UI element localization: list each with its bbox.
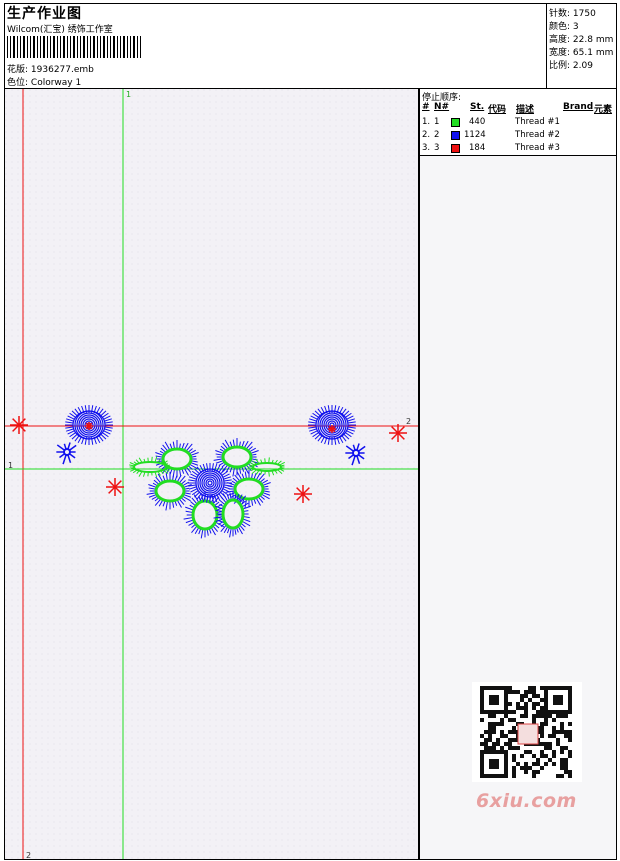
header-left-border: [4, 3, 5, 89]
col-element: 元素: [594, 105, 613, 115]
green-vertical-label: 1: [126, 90, 131, 99]
red-marker: [389, 424, 407, 442]
watermark-logo: 6xiu.com: [476, 790, 577, 812]
red-marker: [85, 422, 93, 430]
barcode-image: [7, 36, 141, 58]
company-name: Wilcom(汇宝) 绣饰工作室: [7, 25, 113, 35]
design-file-value: 1936277.emb: [30, 65, 94, 75]
red-marker: [294, 485, 312, 503]
thread-row[interactable]: 2. 2 1124 Thread #2: [420, 130, 616, 143]
thread-row[interactable]: 1. 1 440 Thread #1: [420, 117, 616, 130]
design-svg: 1 2 2 1: [5, 89, 418, 860]
thread-color-swatch: [451, 131, 460, 140]
stat-ratio: 比例: 2.09: [549, 61, 593, 71]
colorway-value: Colorway 1: [30, 78, 82, 88]
col-st: St.: [470, 102, 485, 112]
red-marker: [328, 425, 336, 433]
colorway: 色位: Colorway 1: [7, 75, 81, 88]
stat-colors: 颜色: 3: [549, 22, 579, 32]
thread-color-swatch: [451, 144, 460, 153]
col-brand: Brand: [563, 102, 594, 112]
canvas-texture: [5, 89, 418, 859]
col-stop: N#: [434, 102, 450, 112]
thread-row[interactable]: 3. 3 184 Thread #3: [420, 143, 616, 156]
col-hash: #: [422, 102, 430, 112]
stat-height: 高度: 22.8 mm: [549, 35, 614, 45]
thread-table: 停止顺序: # N# St. 代码 描述 Brand 元素 1. 1 440 T…: [420, 89, 616, 156]
qr-code-image: [472, 682, 582, 782]
design-file: 花版: 1936277.emb: [7, 62, 94, 75]
design-canvas[interactable]: 1 2 2 1: [4, 88, 419, 860]
red-horizontal-label: 2: [406, 417, 411, 426]
page-title: 生产作业图: [7, 6, 82, 22]
design-file-label: 花版:: [7, 65, 29, 75]
col-code: 代码: [488, 105, 507, 115]
red-vertical-label: 2: [26, 851, 31, 860]
thread-color-swatch: [451, 118, 460, 127]
col-description: 描述: [516, 105, 535, 115]
green-horizontal-label: 1: [8, 461, 13, 470]
colorway-label: 色位:: [7, 78, 29, 88]
red-marker: [10, 416, 28, 434]
stat-width: 宽度: 65.1 mm: [549, 48, 614, 58]
stat-stitches: 针数: 1750: [549, 9, 596, 19]
red-marker: [106, 478, 124, 496]
header-top-border: [4, 3, 548, 4]
